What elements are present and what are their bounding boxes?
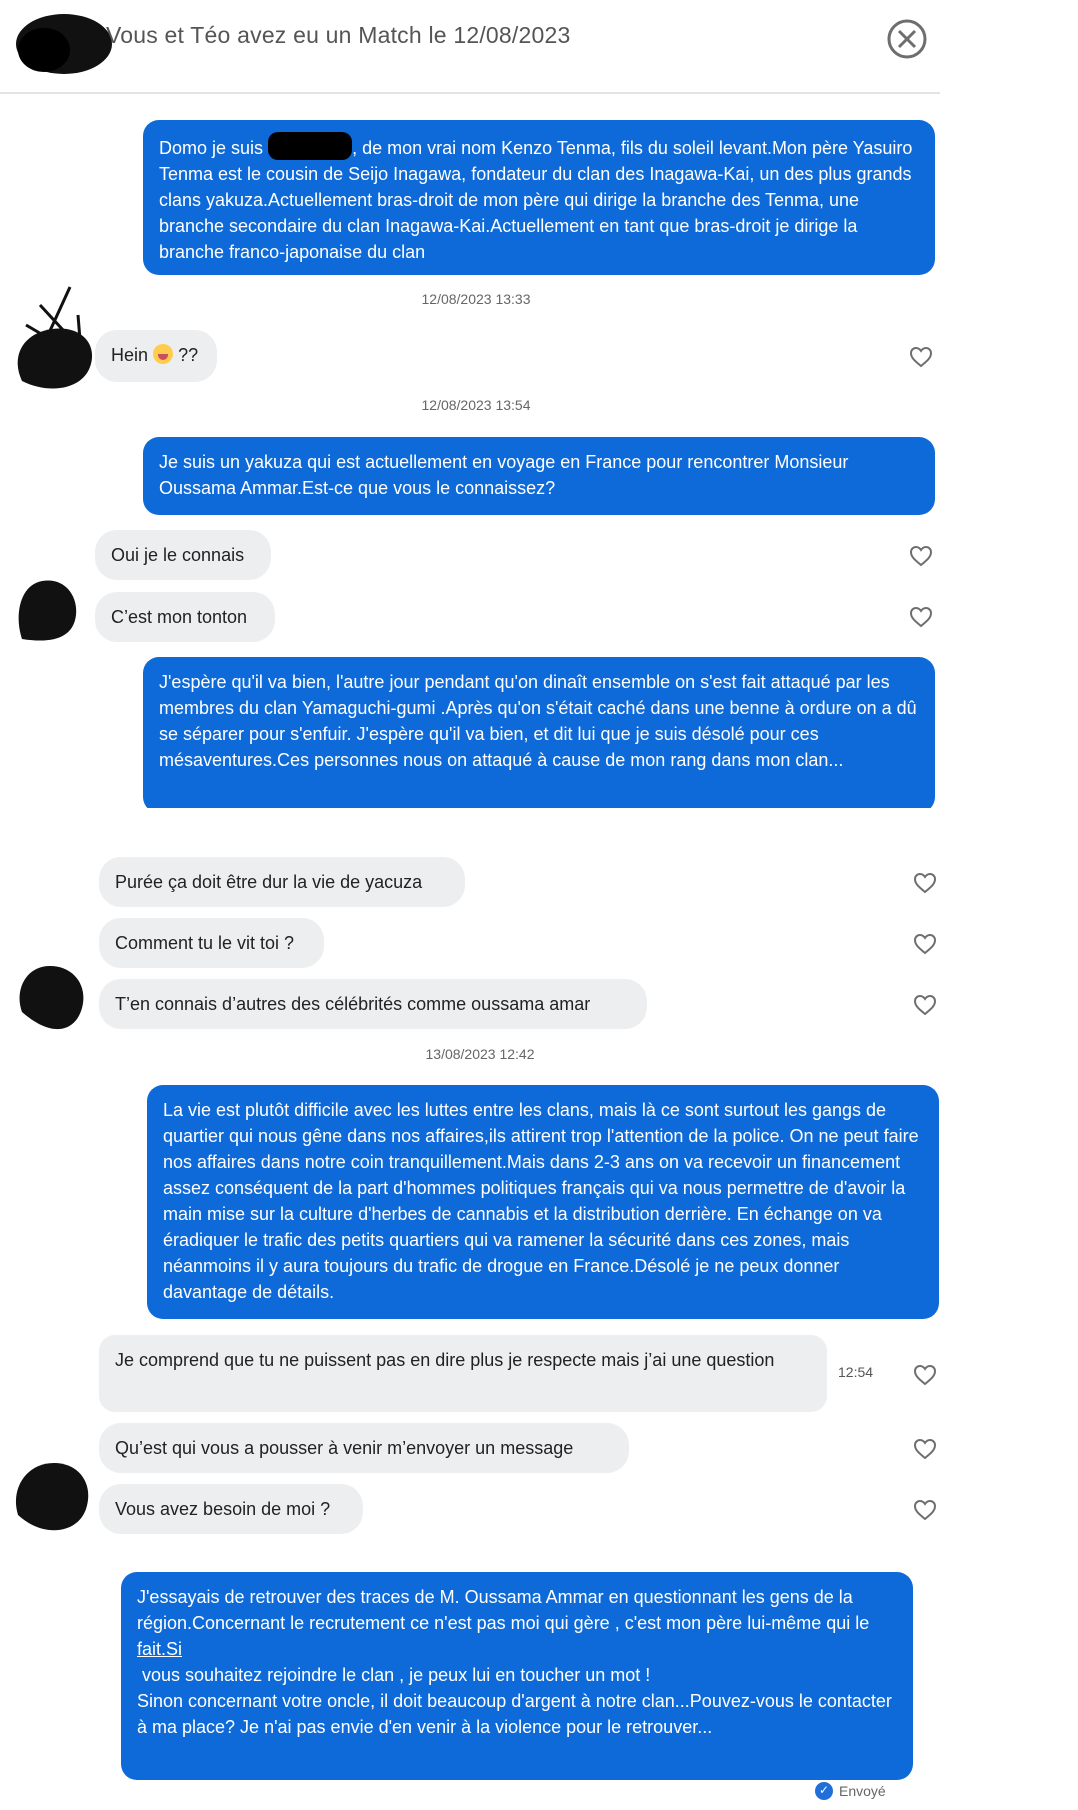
message-text: vous souhaitez rejoindre le clan , je pe…	[137, 1665, 651, 1685]
match-avatar	[18, 580, 77, 641]
match-avatar	[15, 1463, 89, 1531]
sent-message: Je suis un yakuza qui est actuellement e…	[143, 437, 935, 515]
crying-face-emoji	[153, 344, 174, 364]
heart-icon[interactable]	[913, 871, 937, 895]
received-message: Purée ça doit être dur la vie de yacuza	[99, 857, 465, 907]
message-time: 12:54	[838, 1364, 874, 1380]
heart-icon[interactable]	[913, 932, 937, 956]
message-text: J'espère qu'il va bien, l'autre jour pen…	[159, 672, 917, 770]
message-text: Qu’est qui vous a pousser à venir m’envo…	[115, 1438, 574, 1458]
message-link[interactable]: fait.Si	[137, 1639, 182, 1659]
heart-icon[interactable]	[913, 1437, 937, 1461]
message-text: J'essayais de retrouver des traces de M.…	[137, 1587, 870, 1633]
received-message: T’en connais d’autres des célébrités com…	[99, 979, 647, 1029]
match-avatar	[17, 286, 93, 389]
timestamp: 12/08/2023 13:33	[421, 291, 531, 307]
sent-message: Domo je suis , de mon vrai nom Kenzo Ten…	[143, 120, 935, 275]
screenshot-seam	[0, 808, 940, 826]
received-message: Je comprend que tu ne puissent pas en di…	[99, 1335, 827, 1412]
received-message: C’est mon tonton	[95, 592, 275, 642]
heart-icon[interactable]	[913, 1498, 937, 1522]
message-text: Je suis un yakuza qui est actuellement e…	[159, 452, 849, 498]
message-text: Oui je le connais	[111, 545, 245, 565]
message-text: ??	[178, 345, 199, 365]
heart-icon[interactable]	[909, 605, 933, 629]
timestamp: 13/08/2023 12:42	[425, 1046, 535, 1062]
received-message: Oui je le connais	[95, 530, 271, 580]
message-text: La vie est plutôt difficile avec les lut…	[163, 1100, 919, 1302]
message-text: C’est mon tonton	[111, 607, 248, 627]
sent-message: La vie est plutôt difficile avec les lut…	[147, 1085, 939, 1319]
match-avatar	[19, 966, 84, 1030]
timestamp: 12/08/2023 13:54	[421, 397, 531, 413]
received-message: Hein ??	[95, 330, 217, 382]
message-text: Domo je suis	[159, 138, 264, 158]
message-text: Je comprend que tu ne puissent pas en di…	[115, 1350, 775, 1370]
heart-icon[interactable]	[909, 345, 933, 369]
received-message: Qu’est qui vous a pousser à venir m’envo…	[99, 1423, 629, 1473]
heart-icon[interactable]	[913, 993, 937, 1017]
status-text: Envoyé	[839, 1783, 886, 1799]
heart-icon[interactable]	[913, 1363, 937, 1387]
message-text: Comment tu le vit toi ?	[115, 933, 295, 953]
message-text: Sinon concernant votre oncle, il doit be…	[137, 1691, 892, 1737]
sent-check-icon	[815, 1782, 833, 1800]
message-text: Hein	[111, 345, 149, 365]
received-message: Vous avez besoin de moi ?	[99, 1484, 363, 1534]
redaction-mark	[268, 132, 353, 160]
delivery-status: Envoyé	[815, 1782, 886, 1800]
message-text: T’en connais d’autres des célébrités com…	[115, 994, 591, 1014]
heart-icon[interactable]	[909, 544, 933, 568]
sent-message: J'espère qu'il va bien, l'autre jour pen…	[143, 657, 935, 813]
close-icon[interactable]	[886, 18, 928, 60]
message-text: Vous avez besoin de moi ?	[115, 1499, 331, 1519]
page-title: Vous et Téo avez eu un Match le 12/08/20…	[106, 22, 571, 48]
message-text: Purée ça doit être dur la vie de yacuza	[115, 872, 423, 892]
received-message: Comment tu le vit toi ?	[99, 918, 324, 968]
match-avatar	[16, 14, 112, 74]
sent-message: J'essayais de retrouver des traces de M.…	[121, 1572, 913, 1780]
chat-header: Vous et Téo avez eu un Match le 12/08/20…	[0, 0, 940, 94]
